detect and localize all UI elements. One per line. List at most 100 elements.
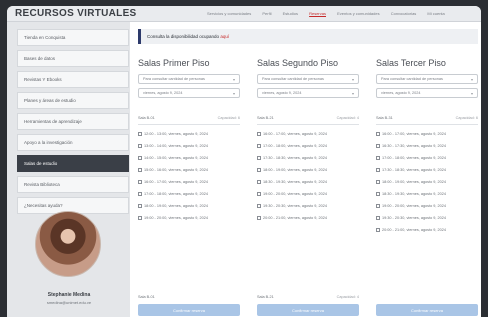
time-slot-label: 17:00 - 18:00, viernes, agosto 9, 2024	[144, 192, 208, 196]
time-slot-option[interactable]: 18:00 - 19:00, viernes, agosto 9, 2024	[257, 167, 359, 173]
time-slot-option[interactable]: 14:00 - 15:00, viernes, agosto 9, 2024	[138, 155, 240, 161]
checkbox[interactable]	[257, 215, 261, 220]
sidebar: Tienda en Conquista Bases de datos Revis…	[7, 22, 130, 317]
chevron-down-icon: ▾	[351, 77, 354, 82]
time-slot-option[interactable]: 19:00 - 20:00, viernes, agosto 9, 2024	[138, 215, 240, 221]
confirm-reservation-button[interactable]: Confirmar reserva	[138, 304, 240, 316]
footer-room-capacity: Capacidad: 4	[336, 295, 359, 299]
time-slot-option[interactable]: 17:30 - 18:30, viernes, agosto 9, 2024	[257, 155, 359, 161]
time-slot-option[interactable]: 19:30 - 20:30, viernes, agosto 9, 2024	[257, 203, 359, 209]
time-slot-option[interactable]: 16:00 - 17:00, viernes, agosto 9, 2024	[138, 179, 240, 185]
time-slot-option[interactable]: 16:00 - 17:00, viernes, agosto 9, 2024	[376, 131, 478, 137]
time-slot-label: 16:00 - 17:00, viernes, agosto 9, 2024	[263, 132, 327, 136]
time-slot-option[interactable]: 15:00 - 16:00, viernes, agosto 9, 2024	[138, 167, 240, 173]
checkbox[interactable]	[257, 167, 261, 172]
time-slot-option[interactable]: 17:00 - 18:00, viernes, agosto 9, 2024	[376, 155, 478, 161]
checkbox[interactable]	[257, 179, 261, 184]
time-slot-label: 19:30 - 20:30, viernes, agosto 9, 2024	[382, 216, 446, 220]
date-select[interactable]: viernes, agosto 9, 2024 ▾	[257, 88, 359, 98]
checkbox[interactable]	[376, 203, 380, 208]
people-select-value: Para consultar cantidad de personas	[262, 77, 324, 81]
checkbox[interactable]	[257, 143, 261, 148]
time-slot-label: 12:00 - 13:00, viernes, agosto 9, 2024	[144, 132, 208, 136]
time-slot-option[interactable]: 19:30 - 20:30, viernes, agosto 9, 2024	[376, 215, 478, 221]
time-slot-option[interactable]: 20:00 - 21:00, viernes, agosto 9, 2024	[257, 215, 359, 221]
room-subheader: Sala B-31 Capacidad: 6	[376, 116, 478, 122]
room-subheader: Sala B-01 Capacidad: 6	[138, 116, 240, 122]
time-slot-option[interactable]: 18:30 - 19:30, viernes, agosto 9, 2024	[257, 179, 359, 185]
column-title: Salas Primer Piso	[138, 58, 210, 68]
date-select[interactable]: viernes, agosto 9, 2024 ▾	[376, 88, 478, 98]
alert-link[interactable]: aquí	[220, 34, 229, 39]
sidebar-item-revistas[interactable]: Revistas Y Ebooks	[17, 71, 129, 88]
chevron-down-icon: ▾	[470, 77, 473, 82]
time-slot-label: 20:00 - 21:00, viernes, agosto 9, 2024	[382, 228, 446, 232]
checkbox[interactable]	[138, 215, 142, 220]
topnav-item-perfil[interactable]: Perfil	[262, 11, 271, 16]
date-select-value: viernes, agosto 9, 2024	[381, 91, 421, 95]
footer-room-name: Sala B-01	[138, 295, 155, 299]
sidebar-item-investigacion[interactable]: Apoyo a la investigación	[17, 134, 129, 151]
checkbox[interactable]	[138, 155, 142, 160]
time-slot-option[interactable]: 16:00 - 17:00, viernes, agosto 9, 2024	[257, 131, 359, 137]
checkbox[interactable]	[138, 179, 142, 184]
time-slot-option[interactable]: 17:00 - 18:00, viernes, agosto 9, 2024	[257, 143, 359, 149]
sidebar-item-bases-datos[interactable]: Bases de datos	[17, 50, 129, 67]
checkbox[interactable]	[376, 167, 380, 172]
top-bar: RECURSOS VIRTUALES Servicios y comunidad…	[7, 6, 481, 22]
checkbox[interactable]	[376, 143, 380, 148]
time-slot-option[interactable]: 18:30 - 19:30, viernes, agosto 9, 2024	[376, 191, 478, 197]
checkbox[interactable]	[376, 155, 380, 160]
time-slot-option[interactable]: 13:00 - 14:00, viernes, agosto 9, 2024	[138, 143, 240, 149]
checkbox[interactable]	[138, 131, 142, 136]
time-slot-option[interactable]: 17:30 - 18:30, viernes, agosto 9, 2024	[376, 167, 478, 173]
topnav-item-eventos[interactable]: Eventos y comunidades	[337, 11, 379, 16]
sidebar-item-salas-estudio[interactable]: Salas de estudio	[17, 155, 129, 172]
divider	[376, 124, 478, 125]
room-subheader: Sala B-21 Capacidad: 4	[257, 116, 359, 122]
topnav-item-convocatorias[interactable]: Convocatorias	[391, 11, 417, 16]
confirm-reservation-button[interactable]: Confirmar reserva	[257, 304, 359, 316]
sidebar-item-planes[interactable]: Planes y áreas de estudio	[17, 92, 129, 109]
time-slot-label: 19:30 - 20:30, viernes, agosto 9, 2024	[263, 204, 327, 208]
time-slot-option[interactable]: 17:00 - 18:00, viernes, agosto 9, 2024	[138, 191, 240, 197]
checkbox[interactable]	[138, 203, 142, 208]
topnav-item-reservas[interactable]: Reservas	[309, 11, 326, 16]
top-nav: Servicios y comunidades Perfil Estudios …	[207, 11, 481, 19]
topnav-item-estudios[interactable]: Estudios	[283, 11, 298, 16]
sidebar-item-revista-biblioteca[interactable]: Revista Biblioteca	[17, 176, 129, 193]
brand-title: RECURSOS VIRTUALES	[15, 8, 137, 19]
checkbox[interactable]	[376, 191, 380, 196]
time-slot-option[interactable]: 18:00 - 19:00, viernes, agosto 9, 2024	[138, 203, 240, 209]
time-slot-option[interactable]: 19:00 - 20:00, viernes, agosto 9, 2024	[257, 191, 359, 197]
time-slot-option[interactable]: 18:00 - 19:00, viernes, agosto 9, 2024	[376, 179, 478, 185]
date-select[interactable]: viernes, agosto 9, 2024 ▾	[138, 88, 240, 98]
time-slot-option[interactable]: 16:30 - 17:30, viernes, agosto 9, 2024	[376, 143, 478, 149]
people-select[interactable]: Para consultar cantidad de personas ▾	[138, 74, 240, 84]
checkbox[interactable]	[138, 167, 142, 172]
sidebar-item-tienda[interactable]: Tienda en Conquista	[17, 29, 129, 46]
time-slot-option[interactable]: 19:00 - 20:00, viernes, agosto 9, 2024	[376, 203, 478, 209]
checkbox[interactable]	[257, 155, 261, 160]
people-select[interactable]: Para consultar cantidad de personas ▾	[257, 74, 359, 84]
topnav-item-servicios[interactable]: Servicios y comunidades	[207, 11, 251, 16]
confirm-reservation-button[interactable]: Confirmar reserva	[376, 304, 478, 316]
checkbox[interactable]	[257, 203, 261, 208]
people-select[interactable]: Para consultar cantidad de personas ▾	[376, 74, 478, 84]
checkbox[interactable]	[138, 143, 142, 148]
time-slot-label: 18:00 - 19:00, viernes, agosto 9, 2024	[382, 180, 446, 184]
topnav-item-cuenta[interactable]: Mi cuenta	[427, 11, 444, 16]
checkbox[interactable]	[376, 131, 380, 136]
checkbox[interactable]	[257, 131, 261, 136]
checkbox[interactable]	[257, 191, 261, 196]
checkbox[interactable]	[376, 179, 380, 184]
time-slot-option[interactable]: 12:00 - 13:00, viernes, agosto 9, 2024	[138, 131, 240, 137]
date-select-value: viernes, agosto 9, 2024	[143, 91, 183, 95]
checkbox[interactable]	[138, 191, 142, 196]
time-slot-label: 16:30 - 17:30, viernes, agosto 9, 2024	[382, 144, 446, 148]
time-slot-label: 19:00 - 20:00, viernes, agosto 9, 2024	[382, 204, 446, 208]
sidebar-item-herramientas[interactable]: Herramientas de aprendizaje	[17, 113, 129, 130]
time-slot-option[interactable]: 20:00 - 21:00, viernes, agosto 9, 2024	[376, 227, 478, 233]
checkbox[interactable]	[376, 227, 380, 232]
checkbox[interactable]	[376, 215, 380, 220]
